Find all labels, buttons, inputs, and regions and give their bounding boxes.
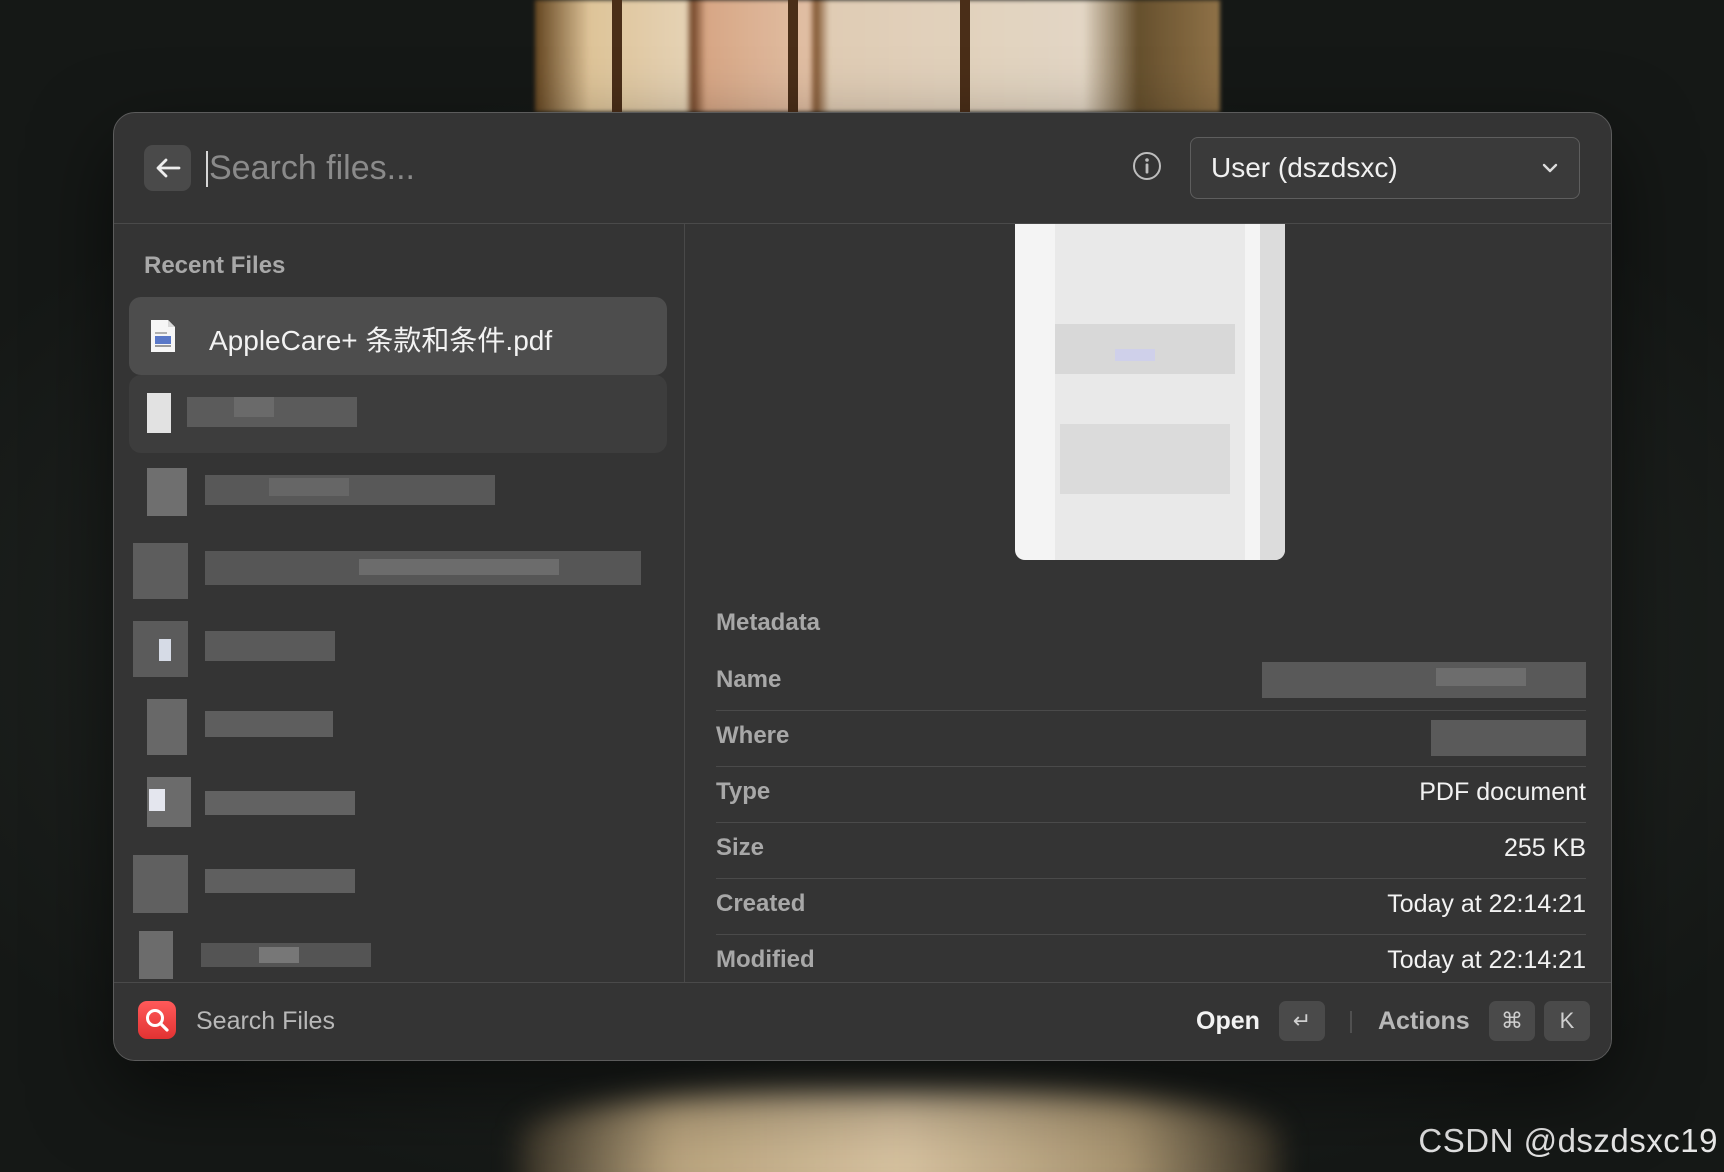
file-icon	[133, 855, 188, 913]
chevron-down-icon	[1542, 163, 1558, 173]
action-bar: Search Files Open ↵ Actions ⌘ K	[114, 982, 1611, 1060]
redacted-text	[205, 869, 355, 893]
metadata-row-modified: Modified Today at 22:14:21	[716, 934, 1586, 983]
search-icon	[146, 1009, 169, 1032]
background-window-light	[535, 0, 1220, 112]
text-cursor	[206, 151, 208, 187]
list-item-redacted[interactable]	[129, 843, 667, 921]
redacted-text	[359, 559, 559, 575]
watermark: CSDN @dszdsxc19	[1418, 1122, 1718, 1159]
scope-dropdown[interactable]: User (dszdsxc)	[1190, 137, 1580, 199]
list-item-redacted[interactable]	[129, 531, 667, 609]
metadata-key: Name	[716, 666, 782, 693]
metadata-key: Size	[716, 834, 765, 861]
list-item-selected[interactable]: AppleCare+ 条款和条件.pdf	[129, 297, 667, 375]
file-icon	[139, 931, 173, 979]
thumbnail-content	[1115, 349, 1155, 361]
background-window-bar	[788, 0, 798, 112]
metadata-value: PDF document	[1419, 778, 1586, 806]
pdf-file-icon	[151, 320, 175, 352]
redacted-text	[269, 478, 349, 496]
metadata-row-name: Name	[716, 654, 1586, 711]
file-icon	[133, 543, 188, 599]
metadata-row-type: Type PDF document	[716, 766, 1586, 823]
list-item-redacted[interactable]	[129, 687, 667, 765]
metadata-heading: Metadata	[716, 609, 821, 636]
preview-pane: Metadata Name Where Type PDF document Si…	[685, 224, 1611, 983]
recent-files-heading: Recent Files	[144, 252, 286, 279]
actions-button[interactable]: Actions	[1378, 1007, 1470, 1036]
background-window-bar	[960, 0, 970, 112]
thumbnail-content	[1055, 224, 1245, 560]
search-files-app-icon	[138, 1001, 176, 1039]
search-input[interactable]	[209, 143, 909, 193]
redacted-text	[205, 711, 333, 737]
search-bar: User (dszdsxc)	[114, 113, 1611, 224]
metadata-value: Today at 22:14:21	[1387, 946, 1586, 974]
list-item-redacted[interactable]	[129, 609, 667, 687]
command-key-icon: ⌘	[1489, 1001, 1535, 1041]
metadata-row-created: Created Today at 22:14:21	[716, 878, 1586, 935]
recent-files-list: Recent Files AppleCare+ 条款和条件.pdf	[114, 224, 685, 983]
thumbnail-content	[1060, 424, 1230, 494]
search-files-panel: User (dszdsxc) Recent Files AppleCare+ 条…	[113, 112, 1612, 1061]
back-arrow-icon	[156, 158, 180, 178]
redacted-value	[1436, 668, 1526, 686]
k-key-icon: K	[1544, 1001, 1590, 1041]
file-name: AppleCare+ 条款和条件.pdf	[209, 325, 553, 356]
redacted-text	[205, 475, 495, 505]
metadata-value: Today at 22:14:21	[1387, 890, 1586, 918]
divider	[1350, 1011, 1352, 1033]
app-name: Search Files	[196, 1007, 335, 1035]
redacted-value	[1431, 720, 1586, 756]
redacted-text	[259, 947, 299, 963]
redacted-text	[205, 791, 355, 815]
redacted-value	[1262, 662, 1586, 698]
metadata-key: Modified	[716, 946, 815, 973]
return-key-icon: ↵	[1279, 1001, 1325, 1041]
metadata-key: Created	[716, 890, 806, 917]
scope-dropdown-label: User (dszdsxc)	[1211, 152, 1398, 183]
list-item-redacted[interactable]	[129, 375, 667, 453]
file-icon-detail	[159, 639, 171, 661]
back-button[interactable]	[144, 145, 191, 191]
list-item-redacted[interactable]	[129, 921, 667, 983]
redacted-text	[234, 397, 274, 417]
background-window-bar	[612, 0, 622, 112]
metadata-row-where: Where	[716, 710, 1586, 767]
list-item-redacted[interactable]	[129, 453, 667, 531]
file-icon-detail	[149, 789, 165, 811]
list-item-redacted[interactable]	[129, 765, 667, 843]
redacted-text	[205, 631, 335, 661]
info-button[interactable]	[1132, 151, 1162, 181]
document-thumbnail	[1015, 224, 1285, 560]
file-icon	[147, 699, 187, 755]
metadata-key: Where	[716, 722, 790, 749]
metadata-row-size: Size 255 KB	[716, 822, 1586, 879]
thumbnail-content	[1260, 224, 1285, 560]
file-icon	[147, 393, 171, 433]
open-action-button[interactable]: Open	[1196, 1007, 1260, 1036]
info-icon	[1133, 152, 1161, 180]
file-icon	[147, 468, 187, 516]
background-floor-light	[520, 1090, 1280, 1172]
metadata-value: 255 KB	[1503, 834, 1586, 862]
metadata-key: Type	[716, 778, 771, 805]
